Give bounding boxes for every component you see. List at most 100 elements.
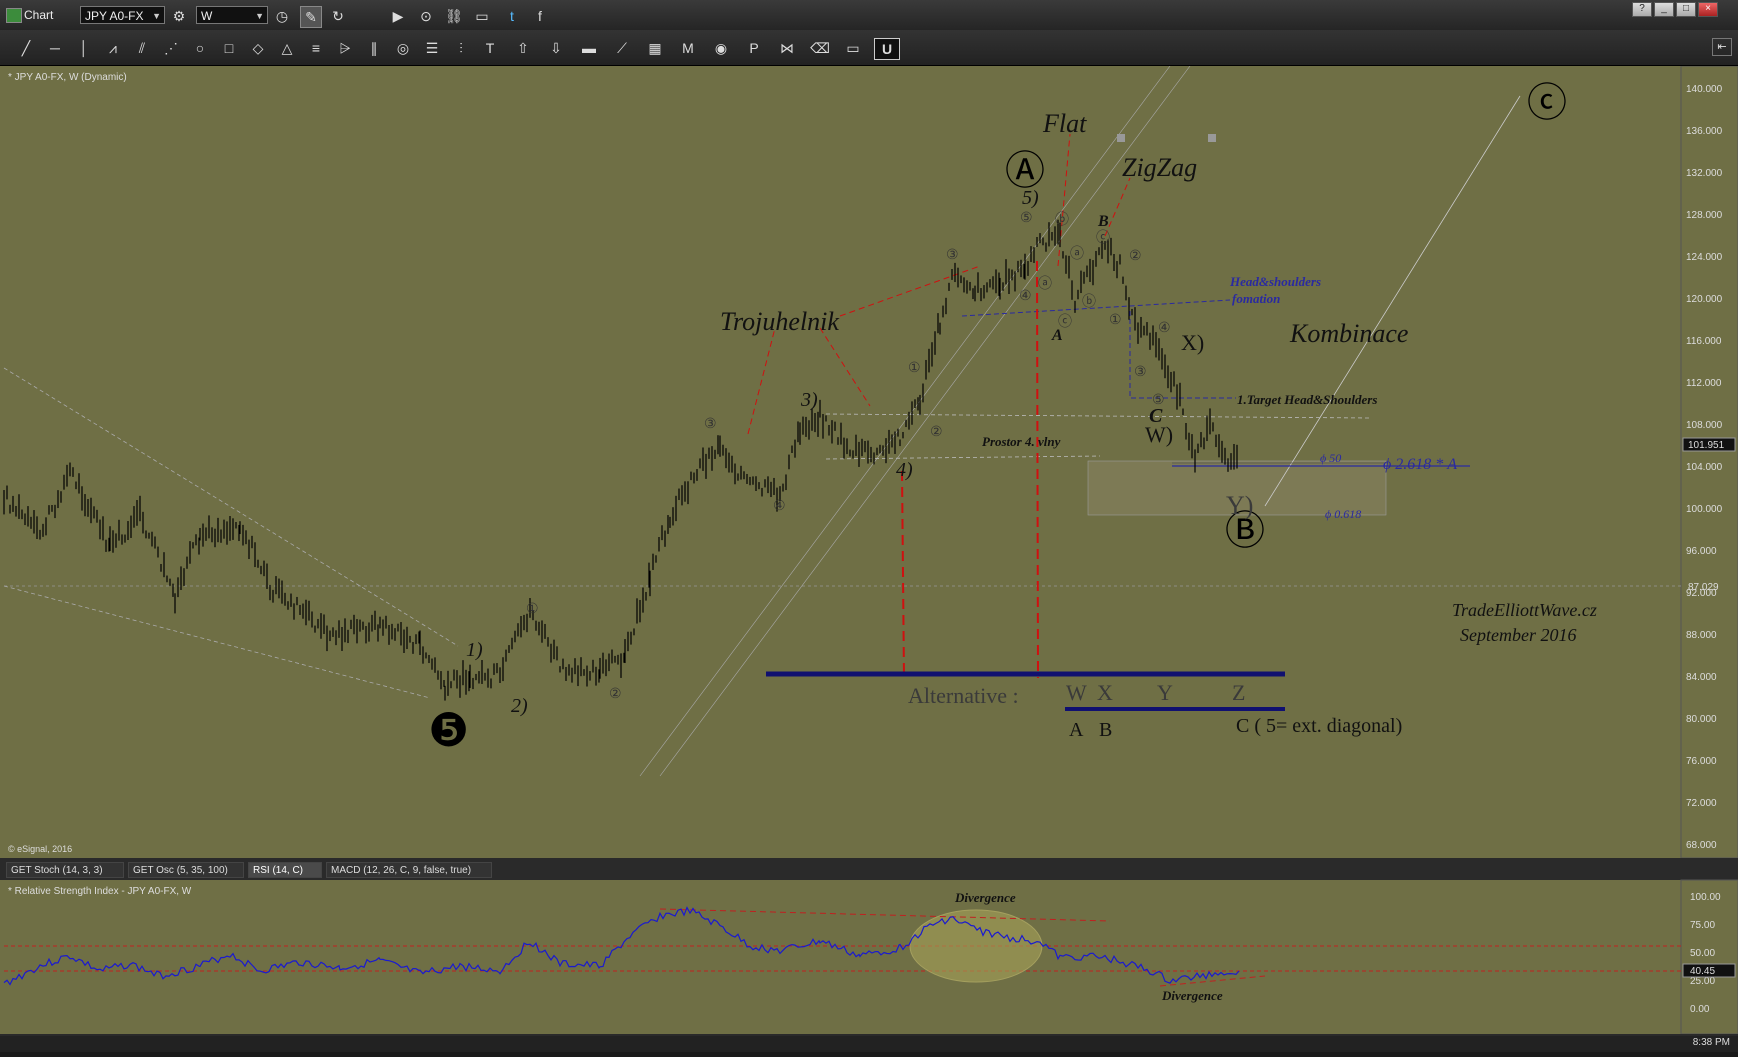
ellipse-icon[interactable]: ○ bbox=[188, 38, 212, 58]
text-icon[interactable]: T bbox=[478, 38, 502, 58]
mob-icon[interactable]: M bbox=[676, 38, 700, 58]
divergence-bottom-label: Divergence bbox=[1161, 988, 1223, 1003]
circled-c-2: ⓒ bbox=[1096, 230, 1110, 246]
magnet-icon[interactable]: U bbox=[874, 38, 900, 60]
fib-0618-label: ϕ 0.618 bbox=[1325, 507, 1361, 521]
last-price-value: 101.951 bbox=[1688, 440, 1725, 451]
indicator-tab[interactable]: GET Osc (5, 35, 100) bbox=[128, 862, 244, 878]
price-axis-label: 100.000 bbox=[1686, 504, 1723, 515]
indicator-tab[interactable]: MACD (12, 26, C, 9, false, true) bbox=[326, 862, 492, 878]
line-icon[interactable]: ╱ bbox=[14, 38, 38, 58]
link-icon[interactable]: ⛓ bbox=[444, 6, 464, 26]
mob-icon[interactable] bbox=[398, 6, 418, 26]
handle-square-2[interactable] bbox=[1208, 134, 1216, 142]
pitchfork-icon[interactable]: ⩥ bbox=[333, 38, 357, 58]
circled-c-1: ⓒ bbox=[1058, 314, 1072, 330]
eraser-shape-icon[interactable]: ◇ bbox=[246, 38, 270, 58]
rsi-panel bbox=[4, 880, 1681, 1034]
price-axis-label: 88.000 bbox=[1686, 630, 1717, 641]
circled-1-a: ① bbox=[526, 602, 539, 617]
circled-a-2: ⓐ bbox=[1070, 246, 1084, 262]
rsi-axis-label: 75.00 bbox=[1690, 920, 1715, 931]
price-axis-label: 84.000 bbox=[1686, 672, 1717, 683]
bars-icon[interactable]: ⫶ bbox=[449, 38, 473, 58]
status-bar: 8:38 PM bbox=[0, 1036, 1738, 1052]
price-axis-label: 108.000 bbox=[1686, 420, 1723, 431]
grid-icon[interactable]: ▦ bbox=[643, 38, 667, 58]
wave-c-big: ⓒ bbox=[1527, 80, 1567, 125]
triangle-icon[interactable]: △ bbox=[275, 38, 299, 58]
help-button[interactable]: ? bbox=[1632, 2, 1652, 17]
rsi-value: 40.45 bbox=[1690, 966, 1715, 977]
zoom-icon[interactable]: ⊙ bbox=[416, 6, 436, 26]
facebook-icon[interactable]: f bbox=[530, 6, 550, 26]
flat-label: Flat bbox=[1042, 109, 1087, 138]
divergence-ellipse bbox=[909, 909, 1043, 983]
price-axis-label: 140.000 bbox=[1686, 84, 1723, 95]
arrow-down-icon[interactable]: ⇩ bbox=[544, 38, 568, 58]
chart-window-icon bbox=[6, 8, 22, 23]
chevron-down-icon: ▼ bbox=[152, 11, 161, 21]
close-button[interactable]: × bbox=[1698, 2, 1718, 17]
alt-w-label: W bbox=[1066, 680, 1087, 705]
circled-2-b: ② bbox=[930, 425, 943, 440]
fib-50-label: ϕ 50 bbox=[1320, 451, 1341, 465]
twitter-icon[interactable]: t bbox=[502, 6, 522, 26]
alt-z-label: Z bbox=[1232, 680, 1245, 705]
circled-5-b: ⑤ bbox=[1020, 211, 1033, 226]
lines-icon[interactable]: ☰ bbox=[420, 38, 444, 58]
symbol-combo[interactable]: JPY A0-FX ▼ bbox=[80, 6, 165, 24]
pattern-icon[interactable]: ⋈ bbox=[775, 38, 799, 58]
price-axis-label: 112.000 bbox=[1686, 378, 1722, 389]
collapse-icon[interactable]: ⇤ bbox=[1712, 38, 1732, 56]
price-axis-label: 80.000 bbox=[1686, 714, 1717, 725]
alt-a-label: A bbox=[1069, 719, 1084, 741]
pencil-icon[interactable]: ✎ bbox=[300, 6, 322, 28]
circled-3-b: ③ bbox=[946, 248, 959, 263]
comment-icon[interactable]: ▭ bbox=[472, 6, 492, 26]
wave-icon[interactable]: ⩘ bbox=[101, 38, 125, 58]
maximize-button[interactable]: □ bbox=[1676, 2, 1696, 17]
circled-3-a: ③ bbox=[704, 417, 717, 432]
price-axis-label: 132.000 bbox=[1686, 168, 1723, 179]
refresh-icon[interactable]: ↻ bbox=[328, 6, 348, 26]
fan-icon[interactable]: ⋰ bbox=[159, 38, 183, 58]
circled-2-c: ② bbox=[1129, 249, 1142, 264]
eye-icon[interactable]: ◉ bbox=[709, 38, 733, 58]
circled-4-b: ④ bbox=[1019, 289, 1032, 304]
vertical-line-icon[interactable]: │ bbox=[72, 38, 96, 58]
indicator-tab[interactable]: RSI (14, C) bbox=[248, 862, 322, 878]
wave-b-small: B bbox=[1097, 213, 1109, 230]
cycle-icon[interactable]: ◎ bbox=[391, 38, 415, 58]
parallel-icon[interactable]: ∥ bbox=[362, 38, 386, 58]
circled-4-a: ④ bbox=[773, 499, 786, 514]
line-price-value: 87.029 bbox=[1688, 582, 1719, 593]
rsi-axis-label: 25.00 bbox=[1690, 976, 1715, 987]
window-title: Chart bbox=[24, 8, 54, 22]
channel-icon[interactable]: ≡ bbox=[304, 38, 328, 58]
trojuhelnik-label: Trojuhelnik bbox=[720, 307, 839, 336]
pti-icon[interactable]: P bbox=[742, 38, 766, 58]
box-icon[interactable]: ▬ bbox=[577, 38, 601, 58]
horizontal-line-icon[interactable]: ─ bbox=[43, 38, 67, 58]
price-axis-label: 104.000 bbox=[1686, 462, 1723, 473]
minimize-button[interactable]: _ bbox=[1654, 2, 1674, 17]
indicator-tab[interactable]: GET Stoch (14, 3, 3) bbox=[6, 862, 124, 878]
handle-square-1[interactable] bbox=[1117, 134, 1125, 142]
chart-area: 140.000 136.000 132.000 128.000 124.000 120.0… bbox=[0, 65, 1738, 1052]
arrow-up-icon[interactable]: ⇧ bbox=[511, 38, 535, 58]
interval-combo[interactable]: W ▼ bbox=[196, 6, 268, 24]
wave-2-label: 2) bbox=[511, 695, 528, 717]
symbol-value: JPY A0-FX bbox=[85, 9, 144, 23]
brand-label: TradeElliottWave.cz bbox=[1452, 600, 1597, 620]
fib-icon[interactable]: ⫽ bbox=[130, 38, 154, 58]
circled-1-c: ① bbox=[1109, 313, 1122, 328]
measure-icon[interactable]: ⟋ bbox=[610, 38, 634, 58]
eraser-icon[interactable]: ⌫ bbox=[808, 38, 832, 58]
chevron-down-icon: ▼ bbox=[255, 11, 264, 21]
price-chart[interactable]: 140.000 136.000 132.000 128.000 124.000 120.0… bbox=[0, 65, 1738, 1052]
clock-icon[interactable]: ◷ bbox=[272, 6, 292, 26]
settings-icon[interactable]: ⚙ bbox=[169, 6, 189, 26]
comment-icon[interactable]: ▭ bbox=[841, 38, 865, 58]
rectangle-icon[interactable]: □ bbox=[217, 38, 241, 58]
